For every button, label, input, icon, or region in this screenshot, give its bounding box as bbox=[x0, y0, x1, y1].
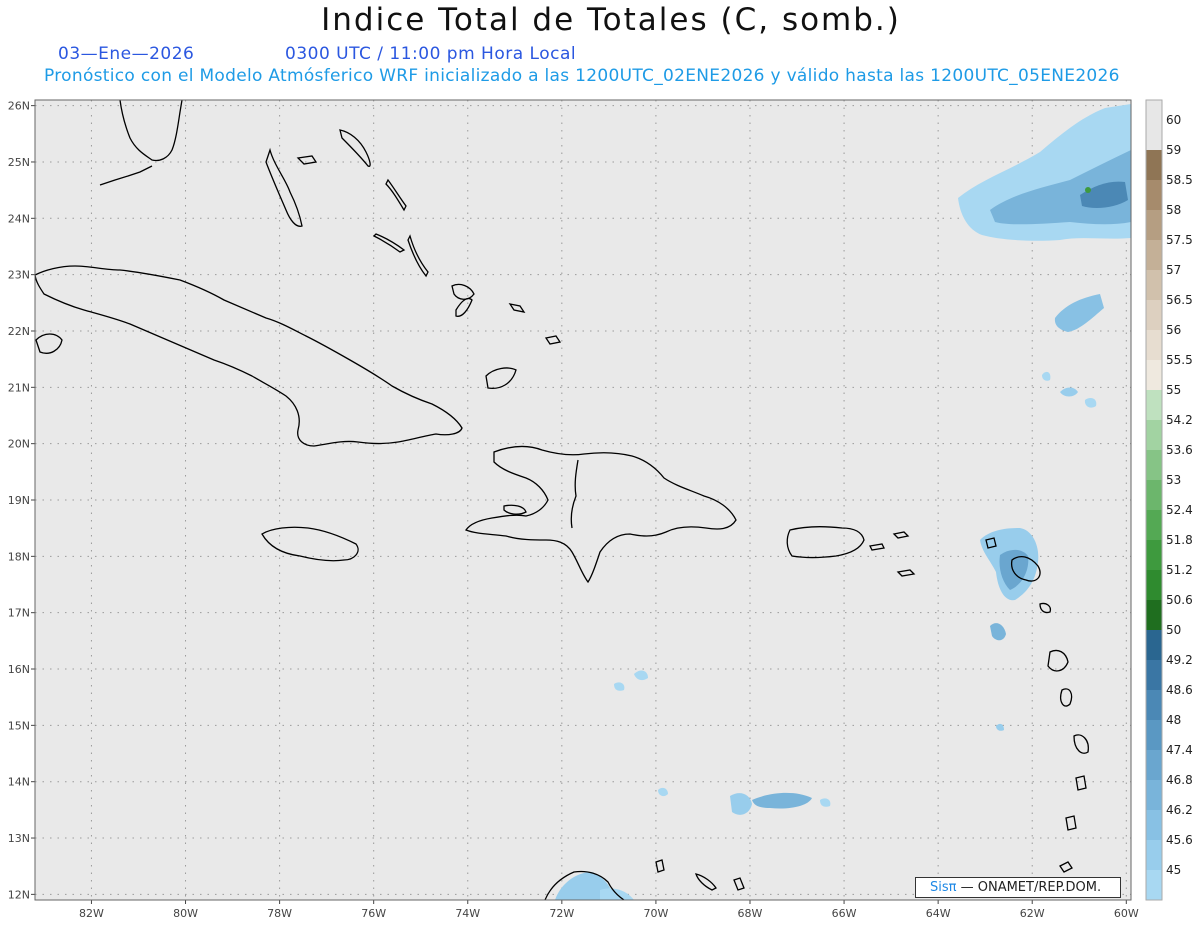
colorbar-label: 47.4 bbox=[1166, 743, 1193, 757]
colorbar-swatch bbox=[1146, 750, 1162, 781]
colorbar-label: 57 bbox=[1166, 263, 1181, 277]
colorbar-label: 51.8 bbox=[1166, 533, 1193, 547]
lon-tick-label: 74W bbox=[455, 907, 480, 920]
colorbar-swatch bbox=[1146, 600, 1162, 631]
colorbar-swatch bbox=[1146, 480, 1162, 511]
colorbar-swatch bbox=[1146, 690, 1162, 721]
lon-tick-label: 72W bbox=[549, 907, 574, 920]
credit-text: — ONAMET/REP.DOM. bbox=[956, 880, 1102, 895]
colorbar-label: 53 bbox=[1166, 473, 1181, 487]
colorbar-label: 50 bbox=[1166, 623, 1181, 637]
colorbar-swatch bbox=[1146, 780, 1162, 811]
colorbar-swatch bbox=[1146, 450, 1162, 481]
lat-tick-label: 18N bbox=[8, 550, 30, 563]
lat-tick-label: 14N bbox=[8, 776, 30, 789]
colorbar-cap bbox=[1146, 100, 1162, 120]
colorbar-label: 59 bbox=[1166, 143, 1181, 157]
colorbar-swatch bbox=[1146, 120, 1162, 151]
credit-box: Sisπ — ONAMET/REP.DOM. bbox=[915, 877, 1121, 898]
colorbar-swatch bbox=[1146, 660, 1162, 691]
colorbar-swatch bbox=[1146, 210, 1162, 241]
colorbar-swatch bbox=[1146, 150, 1162, 181]
colorbar: 60 59 58.5 58 57.5 57 56.5 56 55.5 55 54.2 53.6 53 52… bbox=[1145, 99, 1193, 901]
colorbar-swatch bbox=[1146, 180, 1162, 211]
lat-tick-label: 23N bbox=[8, 269, 30, 282]
lon-tick-label: 66W bbox=[832, 907, 857, 920]
colorbar-label: 55.5 bbox=[1166, 353, 1193, 367]
colorbar-label: 45.6 bbox=[1166, 833, 1193, 847]
colorbar-swatch bbox=[1146, 360, 1162, 391]
colorbar-swatch bbox=[1146, 630, 1162, 661]
lat-tick-label: 13N bbox=[8, 832, 30, 845]
colorbar-label: 48.6 bbox=[1166, 683, 1193, 697]
sispi-logo: Sisπ bbox=[930, 880, 957, 895]
lon-tick-label: 70W bbox=[643, 907, 668, 920]
lon-tick-label: 76W bbox=[361, 907, 386, 920]
colorbar-label: 58 bbox=[1166, 203, 1181, 217]
map-figure: 26N 25N 24N 23N 22N 21N 20N 19N 18N 17N 16N 15N 14N 1… bbox=[8, 99, 1193, 920]
colorbar-swatch bbox=[1146, 300, 1162, 331]
colorbar-swatch bbox=[1146, 840, 1162, 871]
lon-tick-label: 64W bbox=[926, 907, 951, 920]
lat-tick-label: 26N bbox=[8, 100, 30, 113]
colorbar-label: 45 bbox=[1166, 863, 1181, 877]
lat-tick-label: 17N bbox=[8, 607, 30, 620]
colorbar-swatch bbox=[1146, 870, 1162, 901]
colorbar-swatch bbox=[1146, 390, 1162, 421]
colorbar-swatch bbox=[1146, 570, 1162, 601]
lat-tick-label: 20N bbox=[8, 438, 30, 451]
colorbar-label: 60 bbox=[1166, 113, 1181, 127]
lon-tick-label: 78W bbox=[267, 907, 292, 920]
lon-tick-label: 80W bbox=[173, 907, 198, 920]
lat-tick-label: 19N bbox=[8, 494, 30, 507]
colorbar-swatch bbox=[1146, 510, 1162, 541]
colorbar-swatch bbox=[1146, 330, 1162, 361]
colorbar-swatch bbox=[1146, 810, 1162, 841]
lat-tick-label: 25N bbox=[8, 156, 30, 169]
colorbar-label: 56 bbox=[1166, 323, 1181, 337]
colorbar-swatch bbox=[1146, 270, 1162, 301]
colorbar-swatch bbox=[1146, 420, 1162, 451]
colorbar-label: 54.2 bbox=[1166, 413, 1193, 427]
colorbar-label: 51.2 bbox=[1166, 563, 1193, 577]
colorbar-label: 50.6 bbox=[1166, 593, 1193, 607]
colorbar-label: 53.6 bbox=[1166, 443, 1193, 457]
colorbar-label: 48 bbox=[1166, 713, 1181, 727]
colorbar-swatch bbox=[1146, 240, 1162, 271]
colorbar-label: 46.8 bbox=[1166, 773, 1193, 787]
lat-tick-label: 22N bbox=[8, 325, 30, 338]
colorbar-label: 55 bbox=[1166, 383, 1181, 397]
colorbar-label: 52.4 bbox=[1166, 503, 1193, 517]
colorbar-swatch bbox=[1146, 540, 1162, 571]
lon-tick-label: 60W bbox=[1114, 907, 1139, 920]
lon-tick-label: 82W bbox=[79, 907, 104, 920]
lat-tick-label: 21N bbox=[8, 381, 30, 394]
colorbar-label: 57.5 bbox=[1166, 233, 1193, 247]
colorbar-swatch bbox=[1146, 720, 1162, 751]
shade-ne-peak bbox=[1085, 187, 1091, 193]
lat-tick-label: 12N bbox=[8, 888, 30, 901]
colorbar-label: 49.2 bbox=[1166, 653, 1193, 667]
colorbar-label: 46.2 bbox=[1166, 803, 1193, 817]
lat-tick-label: 24N bbox=[8, 212, 30, 225]
lon-tick-label: 68W bbox=[738, 907, 763, 920]
colorbar-label: 56.5 bbox=[1166, 293, 1193, 307]
lat-tick-label: 15N bbox=[8, 719, 30, 732]
lon-tick-label: 62W bbox=[1020, 907, 1045, 920]
colorbar-label: 58.5 bbox=[1166, 173, 1193, 187]
lat-tick-label: 16N bbox=[8, 663, 30, 676]
